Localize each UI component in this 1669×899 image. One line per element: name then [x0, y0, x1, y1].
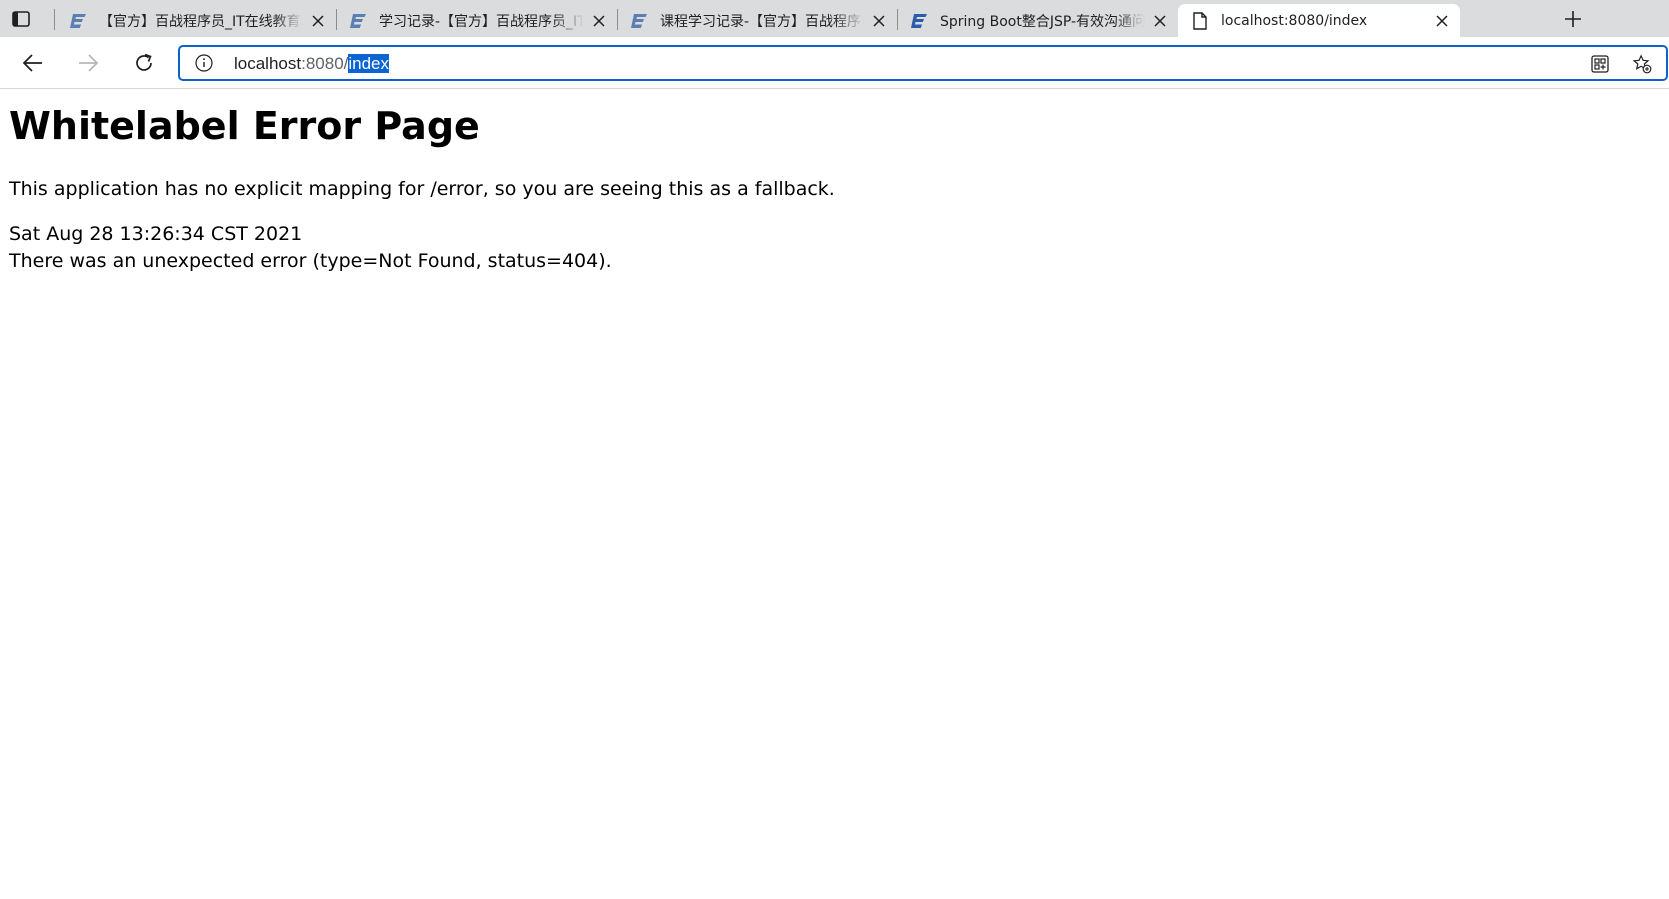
bz-logo-icon — [349, 12, 367, 30]
forward-button[interactable] — [76, 51, 100, 75]
error-timestamp: Sat Aug 28 13:26:34 CST 2021 — [9, 223, 303, 245]
page-content: Whitelabel Error Page This application h… — [9, 96, 1649, 275]
reload-button[interactable] — [132, 51, 156, 75]
info-icon[interactable] — [195, 54, 213, 72]
tab-2[interactable]: 课程学习记录-【官方】百战程序员_IT在线 — [617, 4, 897, 37]
tab-title: 课程学习记录-【官方】百战程序员_IT在线 — [660, 13, 864, 30]
browser-toolbar: localhost:8080/index — [0, 37, 1669, 89]
page-title: Whitelabel Error Page — [9, 104, 480, 148]
url-port: :8080/ — [301, 54, 349, 73]
back-button[interactable] — [21, 51, 45, 75]
url-host: localhost — [234, 54, 302, 73]
bz-logo-icon — [910, 12, 928, 30]
new-tab-button[interactable] — [1562, 8, 1584, 30]
tab-strip: 【官方】百战程序员_IT在线教育培训机构 学习记录-【官方】百战程序员_IT在线… — [0, 0, 1669, 37]
app-available-icon[interactable] — [1590, 54, 1610, 74]
close-icon[interactable] — [309, 12, 327, 30]
favorite-add-icon[interactable] — [1632, 54, 1652, 74]
close-icon[interactable] — [870, 12, 888, 30]
error-details: Sat Aug 28 13:26:34 CST 2021 There was a… — [9, 221, 1649, 275]
tab-title: 【官方】百战程序员_IT在线教育培训机构 — [99, 13, 303, 30]
error-status: There was an unexpected error (type=Not … — [9, 250, 612, 272]
tab-title: Spring Boot整合JSP-有效沟通问答 — [940, 13, 1145, 30]
error-explanation: This application has no explicit mapping… — [9, 178, 835, 200]
reload-icon — [136, 53, 152, 71]
url-text[interactable]: localhost:8080/index — [234, 54, 390, 74]
bz-logo-icon — [630, 12, 648, 30]
tab-4-active[interactable]: localhost:8080/index — [1178, 4, 1460, 37]
close-icon[interactable] — [1433, 12, 1451, 30]
close-icon[interactable] — [590, 12, 608, 30]
tab-actions-icon — [12, 11, 30, 27]
tab-0[interactable]: 【官方】百战程序员_IT在线教育培训机构 — [56, 4, 336, 37]
url-selected-path: index — [348, 54, 390, 73]
tab-title: localhost:8080/index — [1221, 12, 1368, 29]
plus-icon — [1565, 11, 1581, 27]
tab-separator — [54, 9, 55, 30]
arrow-left-icon — [23, 54, 42, 72]
tab-3[interactable]: Spring Boot整合JSP-有效沟通问答 — [897, 4, 1178, 37]
arrow-right-icon — [79, 54, 98, 72]
tab-actions-button[interactable] — [10, 8, 32, 30]
address-bar[interactable]: localhost:8080/index — [178, 45, 1668, 81]
close-icon[interactable] — [1151, 12, 1169, 30]
tab-title: 学习记录-【官方】百战程序员_IT在线教育 — [379, 13, 584, 30]
bz-logo-icon — [69, 12, 87, 30]
tab-1[interactable]: 学习记录-【官方】百战程序员_IT在线教育 — [336, 4, 617, 37]
page-icon — [1191, 11, 1209, 30]
